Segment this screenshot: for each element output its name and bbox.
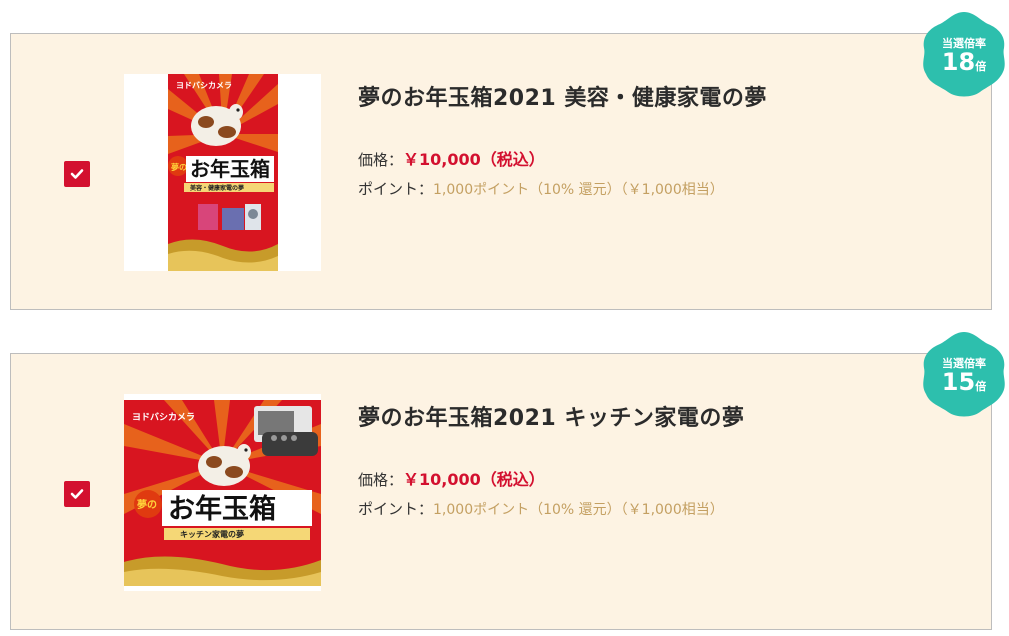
price-row: 価格：￥10,000（税込） — [358, 146, 545, 170]
product-card: ヨドバシカメラ 夢の お年玉箱 キッチン家電の夢 夢のお年玉箱2021 キッチン… — [10, 353, 992, 630]
odds-badge: 当選倍率 18倍 — [920, 10, 1008, 98]
check-icon — [70, 169, 84, 179]
brand-logo-text: ヨドバシカメラ — [132, 412, 195, 423]
point-label: ポイント： — [358, 180, 434, 198]
headline-text: お年玉箱 — [168, 493, 276, 525]
badge-number: 15 — [941, 368, 976, 396]
badge-unit: 倍 — [975, 60, 987, 73]
badge-multiplier: 15倍 — [920, 368, 1008, 396]
point-value: 1,000ポイント（10% 還元）（￥1,000相当） — [433, 182, 724, 198]
badge-multiplier: 18倍 — [920, 48, 1008, 76]
yume-stamp: 夢の — [137, 498, 157, 511]
subtitle-text: 美容・健康家電の夢 — [189, 184, 244, 192]
price-label: 価格： — [358, 151, 404, 169]
odds-badge: 当選倍率 15倍 — [920, 330, 1008, 418]
product-image[interactable]: ヨドバシカメラ 夢の お年玉箱 キッチン家電の夢 — [124, 394, 321, 591]
subtitle-text: キッチン家電の夢 — [180, 529, 244, 539]
point-value: 1,000ポイント（10% 還元）（￥1,000相当） — [433, 502, 724, 518]
badge-number: 18 — [941, 48, 976, 76]
select-checkbox[interactable] — [64, 161, 90, 187]
point-row: ポイント：1,000ポイント（10% 還元）（￥1,000相当） — [358, 498, 724, 519]
price-label: 価格： — [358, 471, 404, 489]
badge-unit: 倍 — [975, 380, 987, 393]
headline-text: お年玉箱 — [190, 157, 270, 181]
price-value: ￥10,000（税込） — [403, 470, 545, 489]
price-value: ￥10,000（税込） — [403, 150, 545, 169]
check-icon — [70, 489, 84, 499]
brand-logo-text: ヨドバシカメラ — [176, 81, 232, 90]
price-row: 価格：￥10,000（税込） — [358, 466, 545, 490]
point-label: ポイント： — [358, 500, 434, 518]
yume-stamp: 夢の — [171, 162, 187, 172]
product-title[interactable]: 夢のお年玉箱2021 美容・健康家電の夢 — [358, 80, 767, 112]
point-row: ポイント：1,000ポイント（10% 還元）（￥1,000相当） — [358, 178, 724, 199]
select-checkbox[interactable] — [64, 481, 90, 507]
product-card: ヨドバシカメラ 夢の お年玉箱 美容・健康家電の夢 夢のお年玉箱2021 美容・… — [10, 33, 992, 310]
product-title[interactable]: 夢のお年玉箱2021 キッチン家電の夢 — [358, 400, 744, 432]
product-image[interactable]: ヨドバシカメラ 夢の お年玉箱 美容・健康家電の夢 — [124, 74, 321, 271]
